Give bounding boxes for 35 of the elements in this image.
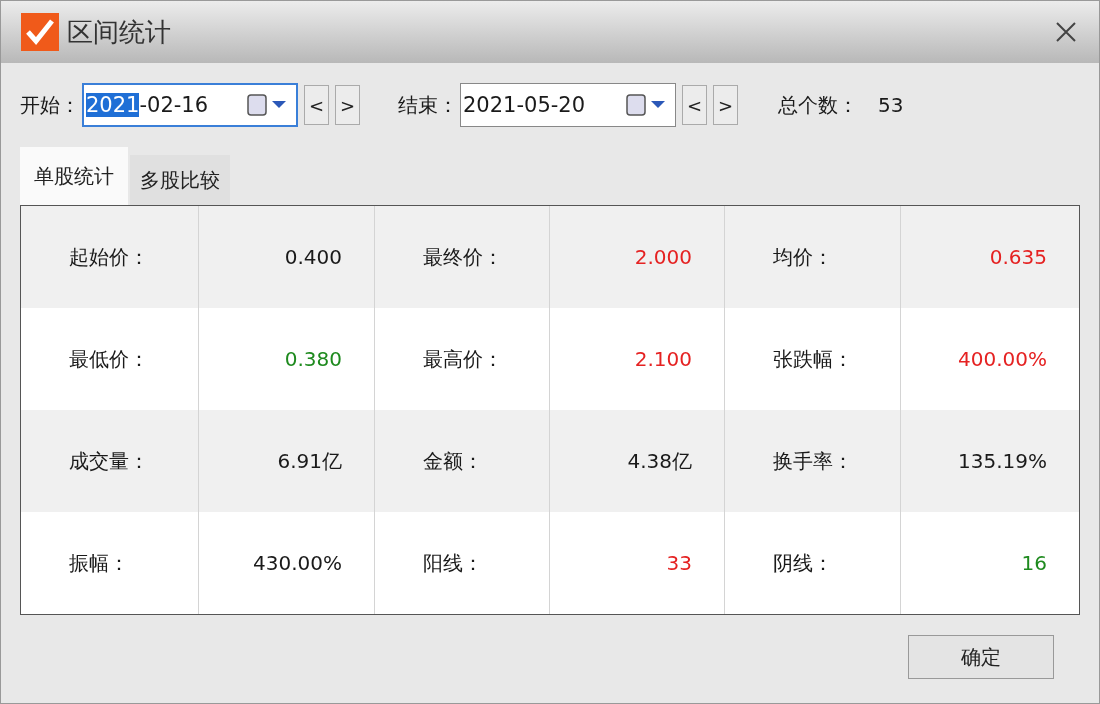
previous-button[interactable]: < xyxy=(304,85,329,125)
window-title: 区间统计 xyxy=(67,15,172,49)
tab[interactable]: 单股统计 xyxy=(20,147,128,205)
table-cell: 2.000 xyxy=(550,206,725,308)
table-cell: 430.00% xyxy=(199,512,375,614)
table-cell-text: 16 xyxy=(1020,550,1048,577)
total-count: 53 xyxy=(878,93,904,117)
table-cell-text: 400.00% xyxy=(957,346,1048,373)
table-cell: 换手率： xyxy=(725,410,901,512)
table-cell: 阴线： xyxy=(725,512,901,614)
end-date-field[interactable]: 2021-05-20 xyxy=(460,83,676,127)
checkmark-icon xyxy=(21,13,59,51)
table-cell: 最终价： xyxy=(375,206,550,308)
close-icon[interactable] xyxy=(1055,21,1077,43)
table-cell: 金额： xyxy=(375,410,550,512)
tab[interactable]: 多股比较 xyxy=(130,155,230,205)
ok-button[interactable]: 确定 xyxy=(908,635,1054,679)
table-cell: 成交量： xyxy=(21,410,199,512)
next-button[interactable]: > xyxy=(713,85,738,125)
table-cell: 振幅： xyxy=(21,512,199,614)
table-cell: 6.91亿 xyxy=(199,410,375,512)
table-cell: 33 xyxy=(550,512,725,614)
start-date-field[interactable]: 2021-02-16 xyxy=(82,83,298,127)
table-cell: 均价： xyxy=(725,206,901,308)
next-button[interactable]: > xyxy=(335,85,360,125)
table-cell: 0.400 xyxy=(199,206,375,308)
total-label: 总个数： xyxy=(778,91,858,119)
table-cell: 4.38亿 xyxy=(550,410,725,512)
table-cell: 起始价： xyxy=(21,206,199,308)
table-cell-text: 0.635 xyxy=(988,244,1048,271)
end-label: 结束： xyxy=(398,91,458,119)
table-cell: 阳线： xyxy=(375,512,550,614)
previous-button[interactable]: < xyxy=(682,85,707,125)
table-cell-text: 135.19% xyxy=(957,448,1048,475)
start-label: 开始： xyxy=(20,91,80,119)
